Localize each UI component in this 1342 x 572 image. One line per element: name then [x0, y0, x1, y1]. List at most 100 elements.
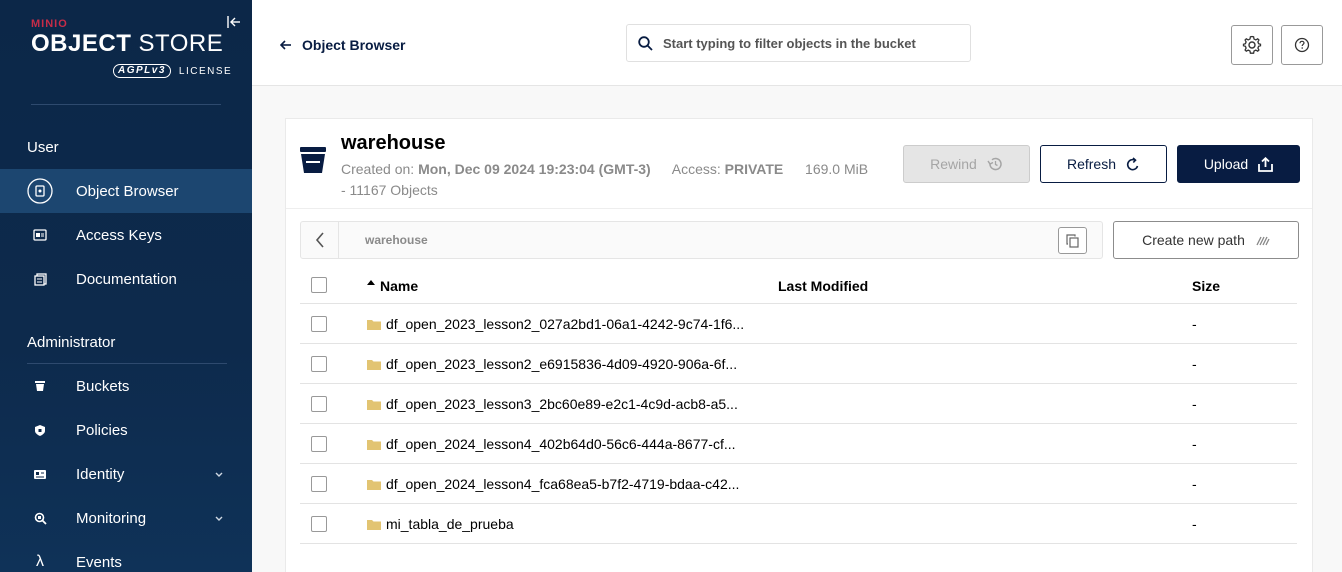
select-all-checkbox[interactable]	[311, 277, 327, 293]
sidebar-item-label: Buckets	[76, 377, 130, 395]
back-to-object-browser-link[interactable]: Object Browser	[280, 37, 405, 53]
card-divider	[286, 208, 1312, 209]
identity-icon	[27, 461, 53, 487]
search-box	[626, 24, 971, 62]
refresh-icon	[1126, 156, 1139, 170]
back-label: Object Browser	[302, 37, 406, 53]
path-back-button[interactable]	[301, 222, 339, 258]
column-header-size[interactable]: Size	[1192, 278, 1220, 294]
table-row[interactable]: df_open_2023_lesson2_e6915836-4d09-4920-…	[300, 344, 1297, 384]
object-size: -	[1192, 356, 1197, 372]
object-size: -	[1192, 396, 1197, 412]
bucket-name: warehouse	[341, 132, 446, 154]
table-row[interactable]: mi_tabla_de_prueba -	[300, 504, 1297, 544]
sort-ascending-icon	[367, 280, 375, 285]
column-header-name[interactable]: Name	[366, 278, 418, 294]
object-name: df_open_2023_lesson3_2bc60e89-e2c1-4c9d-…	[386, 396, 738, 412]
folder-icon	[367, 479, 381, 490]
objects-table: Name Last Modified Size df_open_2023_les…	[300, 265, 1297, 544]
folder-icon	[367, 439, 381, 450]
new-path-icon	[1256, 236, 1270, 246]
object-name: df_open_2023_lesson2_027a2bd1-06a1-4242-…	[386, 316, 745, 332]
settings-button[interactable]	[1231, 25, 1273, 65]
minio-logo: MINIO OBJECT STORE AGPLv3 LICENSE	[31, 18, 231, 78]
table-row[interactable]: df_open_2024_lesson4_402b64d0-56c6-444a-…	[300, 424, 1297, 464]
logo-brand-small: MINIO	[31, 18, 68, 30]
sidebar-item-monitoring[interactable]: Monitoring	[0, 496, 252, 540]
agpl-badge: AGPLv3	[113, 64, 171, 78]
sidebar-section-administrator: Administrator	[27, 334, 116, 351]
logo-license: AGPLv3 LICENSE	[113, 64, 232, 78]
buckets-icon	[27, 373, 53, 399]
object-name: df_open_2024_lesson4_402b64d0-56c6-444a-…	[386, 436, 736, 452]
object-name-cell: df_open_2023_lesson2_e6915836-4d09-4920-…	[366, 356, 737, 372]
row-checkbox[interactable]	[311, 476, 327, 492]
object-name: df_open_2024_lesson4_fca68ea5-b7f2-4719-…	[386, 476, 740, 492]
create-new-path-button[interactable]: Create new path	[1113, 221, 1299, 259]
folder-icon	[367, 359, 381, 370]
sidebar-item-identity[interactable]: Identity	[0, 452, 252, 496]
collapse-sidebar-icon[interactable]	[227, 15, 241, 29]
create-new-path-label: Create new path	[1142, 232, 1245, 248]
monitoring-icon	[27, 505, 53, 531]
license-text: LICENSE	[178, 65, 233, 77]
upload-button[interactable]: Upload	[1177, 145, 1300, 183]
bucket-icon	[300, 147, 326, 173]
upload-icon	[1258, 156, 1274, 172]
sidebar-item-object-browser[interactable]: Object Browser	[0, 169, 252, 213]
refresh-button[interactable]: Refresh	[1040, 145, 1167, 183]
documentation-icon	[27, 266, 53, 292]
object-name-cell: df_open_2024_lesson4_fca68ea5-b7f2-4719-…	[366, 476, 739, 492]
current-path[interactable]: warehouse	[365, 233, 428, 247]
object-name: mi_tabla_de_prueba	[386, 516, 514, 532]
object-browser-icon	[27, 178, 53, 204]
bucket-size: 169.0 MiB	[805, 161, 869, 177]
rewind-icon	[987, 157, 1002, 171]
copy-path-button[interactable]	[1058, 227, 1087, 254]
folder-icon	[367, 399, 381, 410]
access-keys-icon	[27, 222, 53, 248]
logo-title-bold: OBJECT	[31, 30, 132, 57]
sidebar-item-label: Monitoring	[76, 509, 147, 527]
row-checkbox[interactable]	[311, 396, 327, 412]
chevron-left-icon	[315, 232, 324, 248]
row-checkbox[interactable]	[311, 516, 327, 532]
arrow-left-icon	[280, 40, 291, 50]
object-name-cell: mi_tabla_de_prueba	[366, 516, 514, 532]
access-value: PRIVATE	[724, 161, 784, 177]
table-row[interactable]: df_open_2024_lesson4_fca68ea5-b7f2-4719-…	[300, 464, 1297, 504]
logo-title-light: STORE	[131, 30, 224, 57]
policies-icon	[27, 417, 53, 443]
sidebar-item-label: Object Browser	[76, 182, 179, 200]
sidebar-item-access-keys[interactable]: Access Keys	[0, 213, 252, 257]
column-label: Name	[380, 278, 419, 294]
object-name-cell: df_open_2023_lesson2_027a2bd1-06a1-4242-…	[366, 316, 744, 332]
rewind-label: Rewind	[930, 156, 977, 172]
sidebar-item-policies[interactable]: Policies	[0, 408, 252, 452]
row-checkbox[interactable]	[311, 436, 327, 452]
sidebar-item-documentation[interactable]: Documentation	[0, 257, 252, 301]
row-checkbox[interactable]	[311, 316, 327, 332]
object-size: -	[1192, 316, 1197, 332]
created-label: Created on:	[341, 161, 419, 177]
chevron-down-icon[interactable]	[213, 512, 225, 524]
table-row[interactable]: df_open_2023_lesson3_2bc60e89-e2c1-4c9d-…	[300, 384, 1297, 424]
help-button[interactable]	[1281, 25, 1323, 65]
table-row[interactable]: df_open_2023_lesson2_027a2bd1-06a1-4242-…	[300, 304, 1297, 344]
sidebar-divider	[31, 104, 221, 105]
search-input[interactable]	[663, 35, 953, 51]
sidebar-item-buckets[interactable]: Buckets	[0, 364, 252, 408]
sidebar-item-label: Policies	[76, 421, 128, 439]
lambda-icon: λ	[36, 553, 44, 570]
chevron-down-icon[interactable]	[213, 468, 225, 480]
column-header-last-modified[interactable]: Last Modified	[778, 278, 868, 294]
table-header: Name Last Modified Size	[300, 265, 1297, 304]
row-checkbox[interactable]	[311, 356, 327, 372]
refresh-label: Refresh	[1066, 156, 1117, 172]
sidebar-item-events[interactable]: λ Events	[0, 540, 252, 572]
upload-label: Upload	[1203, 156, 1249, 172]
search-icon	[638, 35, 653, 51]
sidebar-section-user: User	[27, 139, 59, 156]
bucket-meta: Created on: Mon, Dec 09 2024 19:23:04 (G…	[341, 161, 903, 177]
rewind-button[interactable]: Rewind	[903, 145, 1030, 183]
